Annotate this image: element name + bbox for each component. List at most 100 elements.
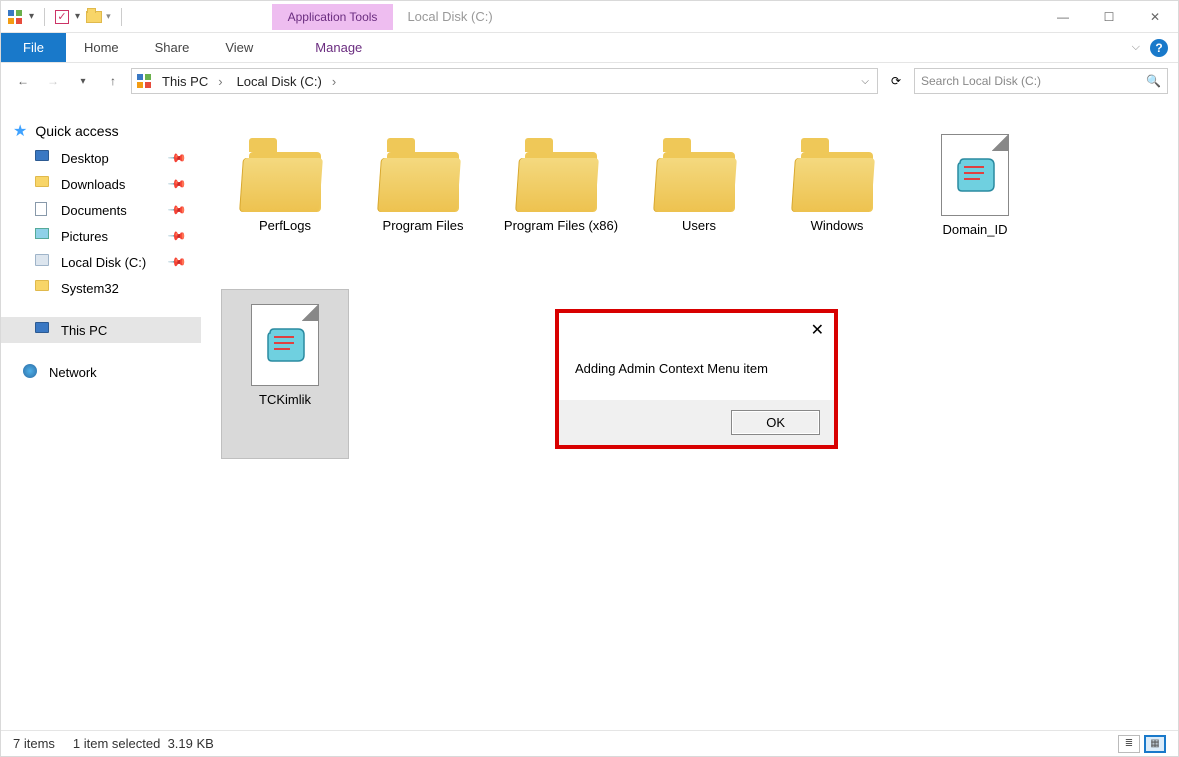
- status-bar: 7 items 1 item selected 3.19 KB ≣ ▦: [1, 730, 1178, 756]
- details-view-button[interactable]: ≣: [1118, 735, 1140, 753]
- sidebar-item-label: Documents: [61, 203, 127, 218]
- refresh-button[interactable]: ⟳: [884, 74, 908, 88]
- breadcrumb-local-disk[interactable]: Local Disk (C:): [233, 72, 341, 91]
- recent-locations-icon[interactable]: ▾: [71, 69, 95, 93]
- folder-item[interactable]: Users: [635, 119, 763, 289]
- folder-icon: [379, 138, 467, 212]
- quick-access-label: Quick access: [35, 123, 118, 139]
- item-label: Windows: [811, 218, 864, 235]
- item-label: PerfLogs: [259, 218, 311, 235]
- sidebar-item-label: Local Disk (C:): [61, 255, 146, 270]
- item-label: Program Files: [383, 218, 464, 235]
- dialog-close-button[interactable]: ✕: [811, 320, 824, 340]
- item-label: Domain_ID: [942, 222, 1007, 239]
- tab-home[interactable]: Home: [66, 34, 137, 61]
- pin-icon: 📌: [167, 174, 187, 194]
- address-bar[interactable]: This PC Local Disk (C:) ⌵: [131, 68, 878, 94]
- folder-icon: [517, 138, 605, 212]
- sidebar-item-label: Downloads: [61, 177, 125, 192]
- window-controls: — ☐ ✕: [1040, 1, 1178, 33]
- sidebar-item-desktop[interactable]: Desktop 📌: [13, 145, 201, 171]
- star-icon: ★: [13, 121, 27, 141]
- disk-icon: [35, 254, 51, 270]
- file-item[interactable]: TCKimlik: [221, 289, 349, 459]
- sidebar-item-label: Pictures: [61, 229, 108, 244]
- search-placeholder: Search Local Disk (C:): [921, 74, 1041, 88]
- pin-icon: 📌: [167, 226, 187, 246]
- sidebar-item-documents[interactable]: Documents 📌: [13, 197, 201, 223]
- sidebar-item-label: This PC: [61, 323, 107, 338]
- dialog-titlebar: ✕: [559, 313, 834, 347]
- folder-icon: [793, 138, 881, 212]
- pin-icon: 📌: [167, 148, 187, 168]
- close-button[interactable]: ✕: [1132, 1, 1178, 33]
- file-item[interactable]: Domain_ID: [911, 119, 1039, 289]
- up-button[interactable]: ↑: [101, 69, 125, 93]
- tab-manage[interactable]: Manage: [297, 34, 380, 61]
- sidebar-item-label: Desktop: [61, 151, 109, 166]
- file-tab[interactable]: File: [1, 33, 66, 62]
- sidebar-item-system32[interactable]: System32: [13, 275, 201, 301]
- navigation-bar: ← → ▾ ↑ This PC Local Disk (C:) ⌵ ⟳ Sear…: [1, 63, 1178, 99]
- folder-icon: [35, 176, 51, 192]
- back-button[interactable]: ←: [11, 69, 35, 93]
- maximize-button[interactable]: ☐: [1086, 1, 1132, 33]
- sidebar-item-this-pc[interactable]: This PC: [1, 317, 201, 343]
- address-dropdown-icon[interactable]: ⌵: [861, 76, 869, 87]
- explorer-app-icon: [7, 9, 23, 25]
- window-title: Local Disk (C:): [407, 9, 492, 24]
- folder-icon: [35, 280, 51, 296]
- tab-share[interactable]: Share: [137, 34, 208, 61]
- item-label: TCKimlik: [259, 392, 311, 409]
- sidebar-item-label: System32: [61, 281, 119, 296]
- status-size: 3.19 KB: [168, 736, 214, 751]
- this-pc-icon: [35, 322, 51, 338]
- script-file-icon: [251, 304, 319, 386]
- item-label: Users: [682, 218, 716, 235]
- status-item-count: 7 items: [13, 736, 55, 751]
- collapse-ribbon-icon[interactable]: ⌵: [1122, 41, 1150, 54]
- qat-dropdown-2-icon[interactable]: ▾: [75, 11, 80, 22]
- sidebar-item-network[interactable]: Network: [13, 359, 201, 385]
- icons-view-button[interactable]: ▦: [1144, 735, 1166, 753]
- minimize-button[interactable]: —: [1040, 1, 1086, 33]
- sidebar-item-pictures[interactable]: Pictures 📌: [13, 223, 201, 249]
- folder-icon: [655, 138, 743, 212]
- message-dialog: ✕ Adding Admin Context Menu item OK: [555, 309, 838, 449]
- tab-view[interactable]: View: [207, 34, 271, 61]
- ribbon-context-label: Application Tools: [272, 4, 394, 30]
- folder-icon: [241, 138, 329, 212]
- folder-item[interactable]: Windows: [773, 119, 901, 289]
- sidebar-item-downloads[interactable]: Downloads 📌: [13, 171, 201, 197]
- folder-item[interactable]: Program Files (x86): [497, 119, 625, 289]
- ok-button[interactable]: OK: [731, 410, 820, 435]
- navigation-pane: ★ Quick access Desktop 📌 Downloads 📌 Doc…: [1, 99, 201, 732]
- script-file-icon: [941, 134, 1009, 216]
- breadcrumb-this-pc[interactable]: This PC: [158, 72, 227, 91]
- pin-icon: 📌: [167, 252, 187, 272]
- forward-button[interactable]: →: [41, 69, 65, 93]
- folder-item[interactable]: PerfLogs: [221, 119, 349, 289]
- item-label: Program Files (x86): [504, 218, 618, 235]
- new-folder-qat-icon[interactable]: [86, 11, 102, 23]
- pictures-icon: [35, 228, 51, 244]
- desktop-icon: [35, 150, 51, 166]
- network-icon: [23, 364, 39, 380]
- sidebar-item-label: Network: [49, 365, 97, 380]
- search-input[interactable]: Search Local Disk (C:) 🔍: [914, 68, 1168, 94]
- pin-icon: 📌: [167, 200, 187, 220]
- folder-item[interactable]: Program Files: [359, 119, 487, 289]
- quick-access-header[interactable]: ★ Quick access: [13, 117, 201, 145]
- properties-qat-icon[interactable]: ✓: [55, 10, 69, 24]
- this-pc-icon: [136, 73, 152, 89]
- search-icon: 🔍: [1146, 74, 1161, 88]
- help-icon[interactable]: ?: [1150, 39, 1168, 57]
- dialog-message: Adding Admin Context Menu item: [559, 347, 834, 400]
- document-icon: [35, 202, 51, 218]
- quick-access-toolbar: ▾ ✓ ▾ ▾: [1, 8, 132, 26]
- qat-dropdown-icon[interactable]: ▾: [29, 11, 34, 22]
- status-selection: 1 item selected: [73, 736, 160, 751]
- titlebar: ▾ ✓ ▾ ▾ Application Tools Local Disk (C:…: [1, 1, 1178, 33]
- sidebar-item-local-disk[interactable]: Local Disk (C:) 📌: [13, 249, 201, 275]
- ribbon-tabs: File Home Share View Manage ⌵ ?: [1, 33, 1178, 63]
